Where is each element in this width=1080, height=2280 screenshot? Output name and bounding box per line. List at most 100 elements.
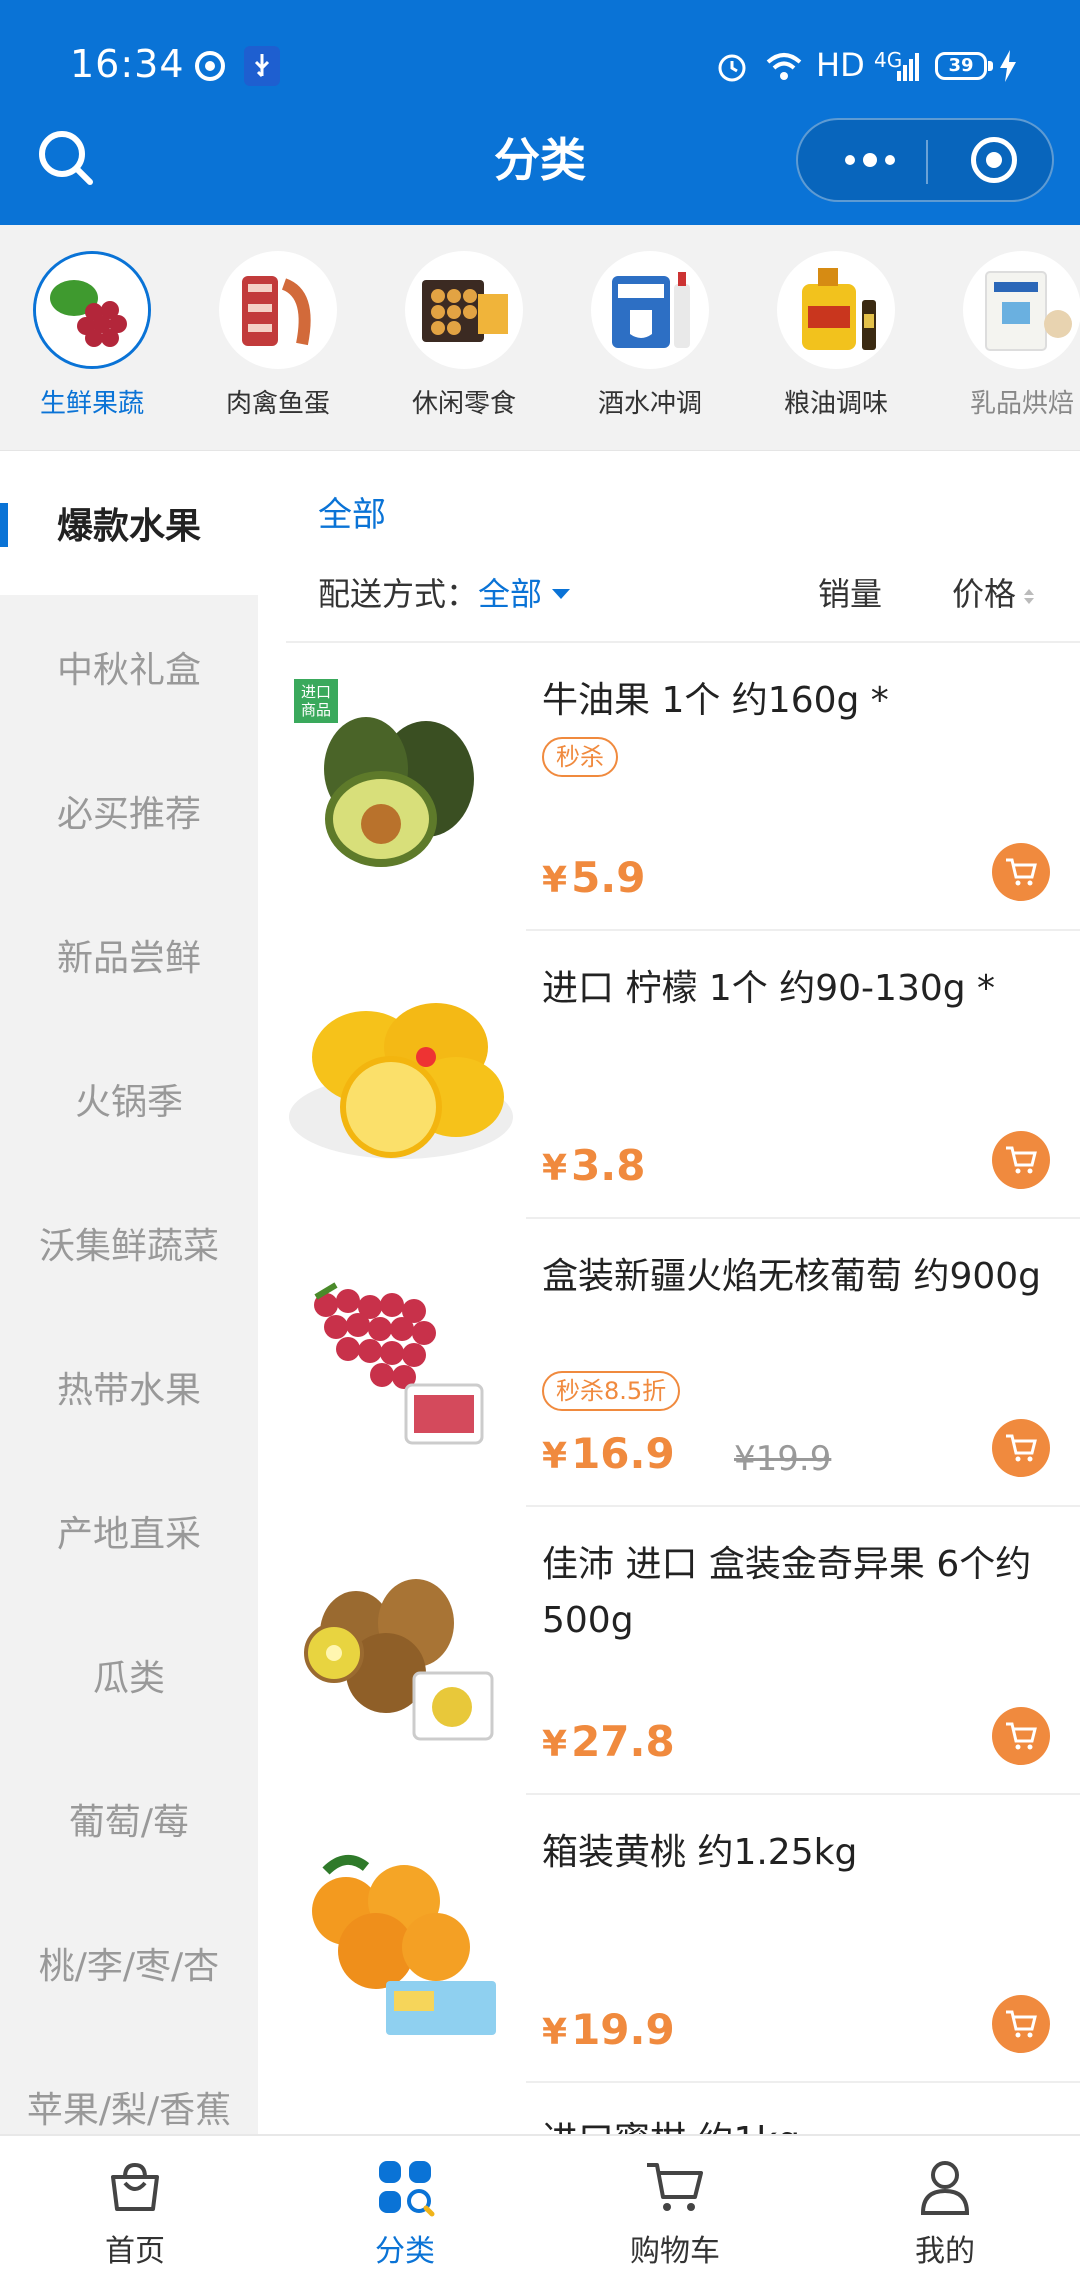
bottom-tab-bar: 首页 分类 购物车 我的 — [0, 2134, 1080, 2280]
signal-hd-label: HD — [816, 46, 865, 84]
cart-icon — [1006, 858, 1037, 886]
product-name[interactable]: 佳沛 进口 盒装金奇异果 6个约500g — [542, 1537, 1062, 1649]
category-snacks[interactable]: 休闲零食 — [384, 251, 544, 420]
tab-label: 购物车 — [630, 2234, 720, 2269]
person-icon — [910, 2152, 980, 2222]
delivery-filter[interactable]: 配送方式：全部 — [318, 569, 571, 615]
signal-bars-icon — [896, 46, 920, 86]
product-name[interactable]: 进口蜜柑 约1kg — [542, 2113, 1062, 2134]
original-price: ¥19.9 — [734, 1439, 832, 1479]
tab-home[interactable]: 首页 — [0, 2136, 270, 2280]
delivery-filter-label: 配送方式： — [318, 575, 479, 613]
sidebar-item-melons[interactable]: 瓜类 — [0, 1603, 258, 1747]
cart-icon — [640, 2152, 710, 2222]
category-meat[interactable]: 肉禽鱼蛋 — [198, 251, 358, 420]
product-card[interactable]: 箱装黄桃 约1.25kg ¥19.9 — [286, 1795, 1080, 2083]
add-to-cart-button[interactable] — [992, 1131, 1050, 1189]
add-to-cart-button[interactable] — [992, 1707, 1050, 1765]
sidebar-item-grapes-berries[interactable]: 葡萄/莓 — [0, 1747, 258, 1891]
promo-tag: 秒杀 — [542, 737, 618, 777]
app-notification-icon — [190, 46, 230, 86]
charging-icon — [996, 46, 1020, 86]
tab-label: 首页 — [105, 2234, 165, 2269]
sidebar-item-mid-autumn[interactable]: 中秋礼盒 — [0, 595, 258, 739]
add-to-cart-button[interactable] — [992, 843, 1050, 901]
category-snacks-image — [405, 251, 523, 369]
product-price: ¥19.9 — [542, 2005, 675, 2054]
status-time: 16:34 — [70, 42, 185, 86]
product-name[interactable]: 盒装新疆火焰无核葡萄 约900g — [542, 1249, 1062, 1305]
category-drinks[interactable]: 酒水冲调 — [570, 251, 730, 420]
add-to-cart-button[interactable] — [992, 1419, 1050, 1477]
sort-by-price[interactable]: 价格 — [952, 569, 1036, 615]
wifi-icon — [762, 46, 806, 86]
sidebar-item-new[interactable]: 新品尝鲜 — [0, 883, 258, 1027]
product-image-kiwi — [286, 1523, 516, 1779]
category-icon — [370, 2152, 440, 2222]
product-card[interactable]: 盒装新疆火焰无核葡萄 约900g 秒杀8.5折 ¥16.9 ¥19.9 — [286, 1219, 1080, 1507]
subcategory-sidebar: 爆款水果 中秋礼盒 必买推荐 新品尝鲜 火锅季 沃集鲜蔬菜 热带水果 产地直采 … — [0, 451, 258, 2134]
product-card[interactable]: 进口蜜柑 约1kg — [286, 2083, 1080, 2134]
sidebar-item-hotpot[interactable]: 火锅季 — [0, 1027, 258, 1171]
product-price: ¥16.9 — [542, 1429, 675, 1478]
tab-cart[interactable]: 购物车 — [540, 2136, 810, 2280]
sort-by-sales[interactable]: 销量 — [818, 569, 882, 615]
category-label: 生鲜果蔬 — [39, 389, 144, 419]
status-bar: 16:34 HD 4G 39 — [0, 0, 1080, 120]
category-oil[interactable]: 粮油调味 — [756, 251, 916, 420]
promo-tag: 秒杀8.5折 — [542, 1371, 681, 1411]
product-name[interactable]: 箱装黄桃 约1.25kg — [542, 1825, 1062, 1881]
product-list-area: 全部 配送方式：全部 销量 价格 进口商品 牛油果 1个 约160g * 秒杀 … — [258, 451, 1080, 2134]
product-image-yellow-peach — [286, 1811, 516, 2067]
tab-label: 分类 — [375, 2234, 435, 2269]
tab-category[interactable]: 分类 — [270, 2136, 540, 2280]
close-miniprogram-icon[interactable] — [946, 120, 1042, 200]
bag-icon — [100, 2152, 170, 2222]
cart-icon — [1006, 1434, 1037, 1462]
category-meat-image — [219, 251, 337, 369]
sort-price-label: 价格 — [952, 575, 1017, 613]
product-card[interactable]: 佳沛 进口 盒装金奇异果 6个约500g ¥27.8 — [286, 1507, 1080, 1795]
sidebar-item-tropical[interactable]: 热带水果 — [0, 1315, 258, 1459]
tab-profile[interactable]: 我的 — [810, 2136, 1080, 2280]
product-name[interactable]: 进口 柠檬 1个 约90-130g * — [542, 961, 1062, 1017]
sidebar-item-vegetables[interactable]: 沃集鲜蔬菜 — [0, 1171, 258, 1315]
product-card[interactable]: 进口 柠檬 1个 约90-130g * ¥3.8 — [286, 931, 1080, 1219]
category-fresh-image — [33, 251, 151, 369]
category-label: 乳品烘焙 — [969, 389, 1074, 419]
cart-icon — [1006, 1722, 1037, 1750]
product-image-grapes — [286, 1235, 516, 1491]
sidebar-item-apple-pear-banana[interactable]: 苹果/梨/香蕉 — [0, 2035, 258, 2134]
search-icon[interactable] — [36, 128, 96, 188]
sort-arrows-icon — [1024, 586, 1036, 607]
cart-icon — [1006, 2010, 1037, 2038]
product-card[interactable]: 进口商品 牛油果 1个 约160g * 秒杀 ¥5.9 — [286, 643, 1080, 931]
product-price: ¥3.8 — [542, 1141, 646, 1190]
cart-icon — [1006, 1146, 1037, 1174]
category-label: 休闲零食 — [411, 389, 516, 419]
category-oil-image — [777, 251, 895, 369]
import-badge: 进口商品 — [294, 679, 338, 723]
product-price: ¥27.8 — [542, 1717, 675, 1766]
sidebar-item-hot-fruit[interactable]: 爆款水果 — [0, 451, 258, 595]
dropdown-arrow-icon — [552, 589, 571, 599]
alarm-icon — [712, 46, 752, 86]
battery-indicator: 39 — [935, 52, 993, 80]
sidebar-item-origin-direct[interactable]: 产地直采 — [0, 1459, 258, 1603]
header-bar: 16:34 HD 4G 39 分类 — [0, 0, 1080, 225]
product-image-lemon — [286, 947, 516, 1203]
sidebar-item-stone-fruit[interactable]: 桃/李/枣/杏 — [0, 1891, 258, 2035]
subcategory-all-tab[interactable]: 全部 — [318, 487, 386, 536]
delivery-filter-value: 全部 — [478, 575, 543, 613]
more-menu-icon[interactable] — [822, 120, 918, 200]
product-name[interactable]: 牛油果 1个 约160g * — [542, 673, 1062, 729]
tab-label: 我的 — [915, 2234, 975, 2269]
category-dairy[interactable]: 乳品烘焙 — [942, 251, 1080, 420]
category-fresh[interactable]: 生鲜果蔬 — [12, 251, 172, 420]
category-drinks-image — [591, 251, 709, 369]
sidebar-item-recommended[interactable]: 必买推荐 — [0, 739, 258, 883]
add-to-cart-button[interactable] — [992, 1995, 1050, 2053]
category-dairy-image — [963, 251, 1080, 369]
capsule-divider — [926, 140, 928, 184]
category-label: 酒水冲调 — [597, 389, 702, 419]
